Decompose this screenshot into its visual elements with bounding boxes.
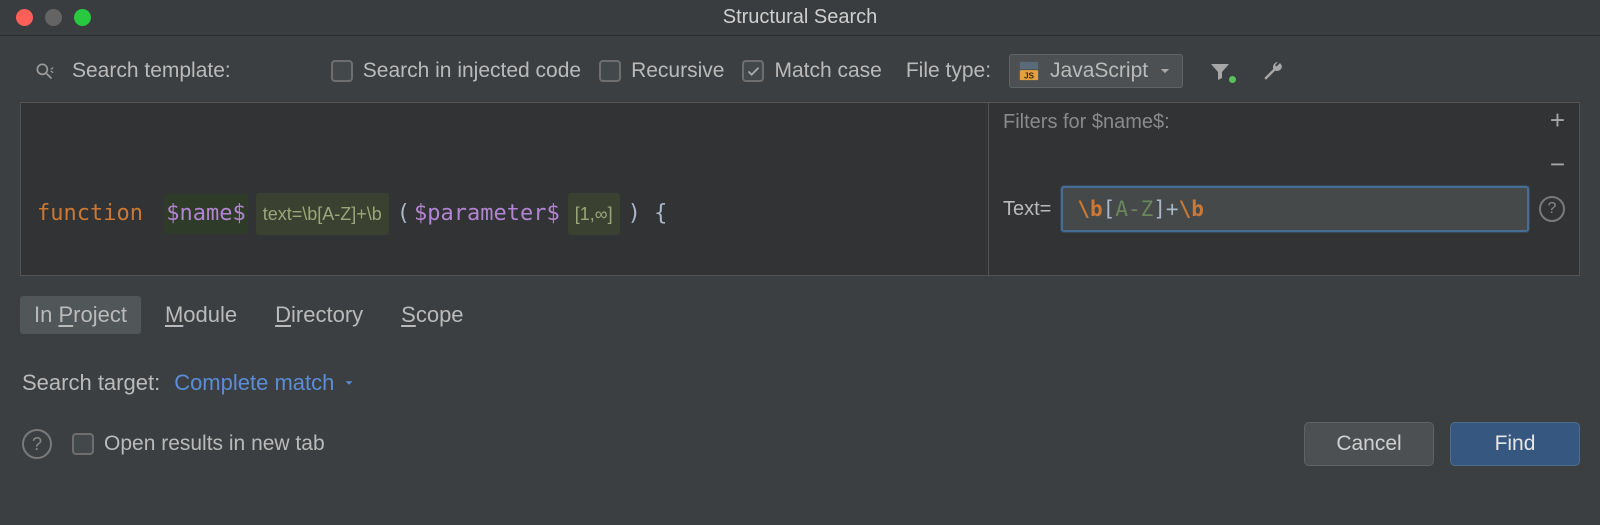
- main-row: function $name$ text=\b[A-Z]+\b ( $param…: [20, 102, 1580, 276]
- code-keyword: function: [37, 194, 143, 234]
- dialog-help-icon[interactable]: ?: [22, 429, 52, 459]
- search-icon[interactable]: [34, 61, 54, 81]
- traffic-lights: [16, 9, 91, 26]
- checkbox-match-case[interactable]: Match case: [742, 59, 881, 83]
- find-button[interactable]: Find: [1450, 422, 1580, 466]
- checkbox-label: Search in injected code: [363, 59, 581, 83]
- checkbox-recursive[interactable]: Recursive: [599, 59, 724, 83]
- scope-tab-scope[interactable]: Scope: [387, 296, 477, 334]
- checkbox-search-injected[interactable]: Search in injected code: [331, 59, 581, 83]
- checkbox-label: Match case: [774, 59, 881, 83]
- search-target-label: Search target:: [22, 370, 160, 396]
- wrench-icon[interactable]: [1257, 55, 1289, 87]
- inline-hint-text: text=\b[A-Z]+\b: [256, 193, 389, 235]
- code-symbol: ) {: [628, 194, 668, 234]
- search-target-value: Complete match: [174, 370, 334, 396]
- chevron-down-icon: [1158, 64, 1172, 78]
- minimize-window-icon[interactable]: [45, 9, 62, 26]
- code-variable-parameter: $parameter$: [414, 194, 560, 234]
- regex-token: ]: [1153, 197, 1166, 221]
- svg-text:JS: JS: [1024, 71, 1035, 80]
- regex-token: [: [1103, 197, 1116, 221]
- file-type-value: JavaScript: [1050, 59, 1148, 83]
- search-target-select[interactable]: Complete match: [174, 370, 356, 396]
- javascript-file-icon: JS: [1018, 60, 1040, 82]
- code-symbol: (: [397, 194, 410, 234]
- search-target-row: Search target: Complete match: [22, 370, 1580, 396]
- template-editor[interactable]: function $name$ text=\b[A-Z]+\b ( $param…: [20, 102, 988, 276]
- add-filter-button[interactable]: +: [1550, 113, 1565, 129]
- file-type-label: File type:: [906, 59, 991, 83]
- checkbox-box-icon: [742, 60, 764, 82]
- window-title: Structural Search: [0, 6, 1600, 29]
- checkbox-box-icon: [331, 60, 353, 82]
- chevron-down-icon: [342, 376, 356, 390]
- checkbox-label: Recursive: [631, 59, 724, 83]
- bottom-row: ? Open results in new tab Cancel Find: [22, 422, 1580, 466]
- scope-tabs: In Project Module Directory Scope: [20, 296, 1580, 334]
- regex-token: \b: [1077, 197, 1102, 221]
- filters-pane: Filters for $name$: + − Text= \b [ A-Z ]…: [988, 102, 1580, 276]
- checkbox-open-new-tab[interactable]: Open results in new tab: [72, 432, 325, 456]
- help-icon[interactable]: ?: [1539, 196, 1565, 222]
- regex-token: A-Z: [1115, 197, 1153, 221]
- filter-text-input[interactable]: \b [ A-Z ] + \b: [1061, 186, 1529, 232]
- scope-tab-module[interactable]: Module: [151, 296, 251, 334]
- filter-text-label: Text=: [1003, 198, 1051, 221]
- remove-filter-button[interactable]: −: [1550, 157, 1565, 173]
- checkbox-label: Open results in new tab: [104, 432, 325, 456]
- zoom-window-icon[interactable]: [74, 9, 91, 26]
- code-variable-name: $name$: [164, 194, 247, 234]
- scope-tab-directory[interactable]: Directory: [261, 296, 377, 334]
- options-row: Search template: Search in injected code…: [0, 36, 1600, 102]
- filters-title: Filters for $name$:: [1003, 111, 1170, 134]
- checkbox-box-icon: [72, 433, 94, 455]
- regex-token: +: [1166, 197, 1179, 221]
- filter-active-dot-icon: [1229, 76, 1236, 83]
- regex-token: \b: [1179, 197, 1204, 221]
- search-template-label: Search template:: [72, 59, 231, 83]
- inline-hint-count: [1,∞]: [568, 193, 620, 235]
- scope-tab-project[interactable]: In Project: [20, 296, 141, 334]
- file-type-select[interactable]: JS JavaScript: [1009, 54, 1183, 88]
- checkbox-box-icon: [599, 60, 621, 82]
- close-window-icon[interactable]: [16, 9, 33, 26]
- titlebar: Structural Search: [0, 0, 1600, 36]
- cancel-button[interactable]: Cancel: [1304, 422, 1434, 466]
- filter-icon[interactable]: [1207, 55, 1239, 87]
